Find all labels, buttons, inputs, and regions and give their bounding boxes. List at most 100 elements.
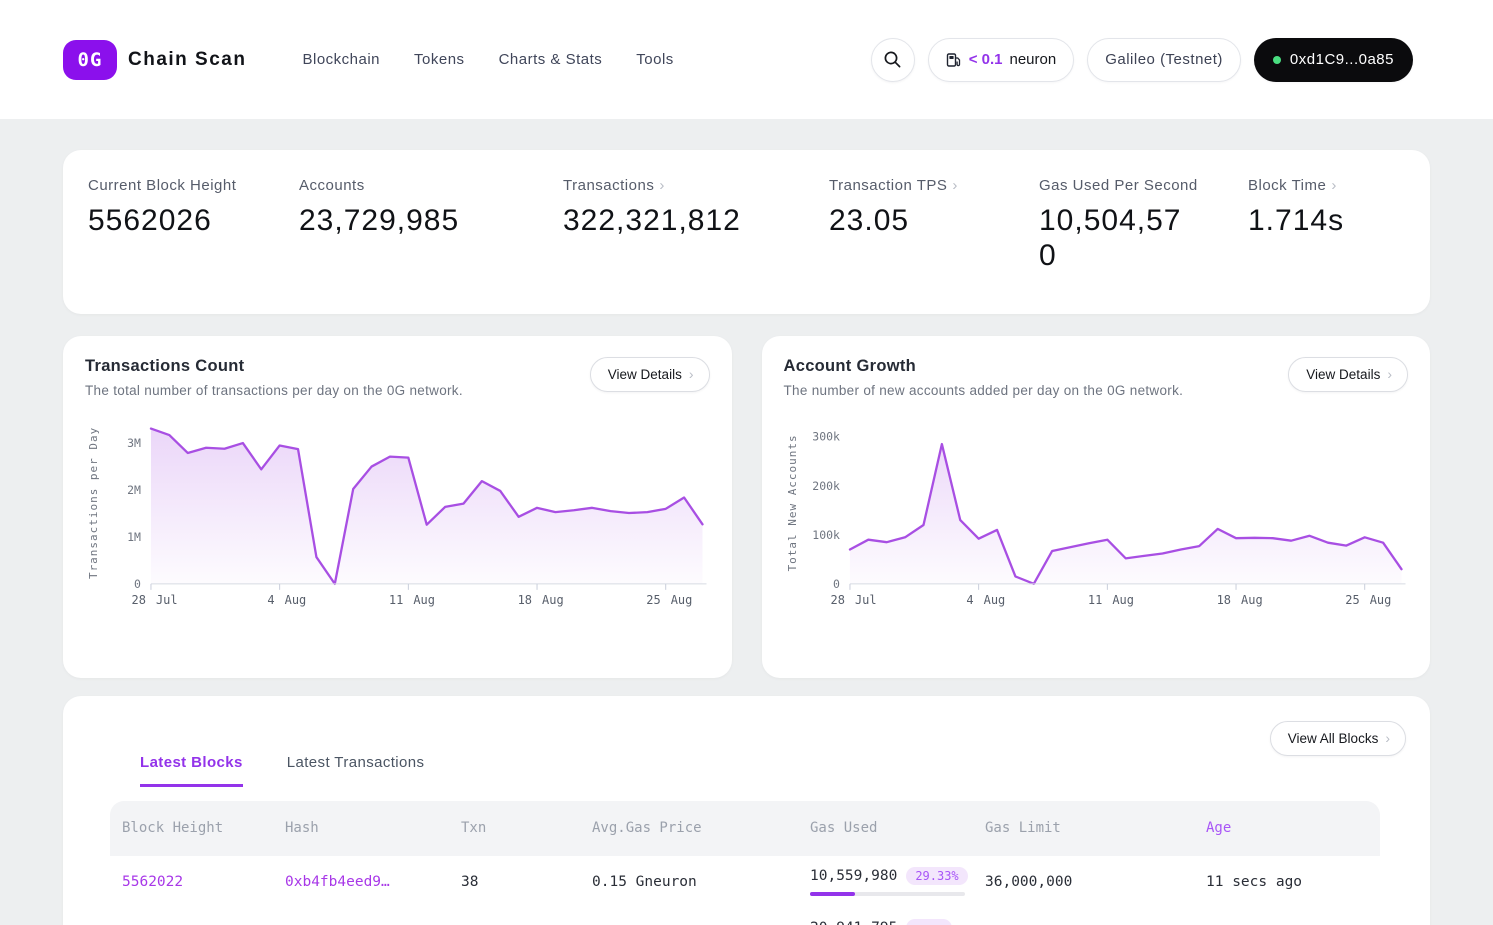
- gas-used-cell: 10,559,980 29.33%: [810, 867, 985, 896]
- column-header: Txn: [461, 820, 592, 836]
- gas-price-pill[interactable]: < 0.1 neuron: [928, 38, 1075, 82]
- stat-value: 1.714s: [1248, 203, 1344, 238]
- chart-title: Transactions Count: [85, 357, 463, 376]
- latest-blocks-card: Latest Blocks Latest Transactions View A…: [63, 696, 1430, 925]
- svg-text:18: 18: [518, 593, 532, 607]
- wallet-address-button[interactable]: 0xd1C9...0a85: [1254, 38, 1413, 82]
- chevron-right-icon: ›: [1385, 731, 1390, 745]
- gas-price-value: < 0.1: [969, 51, 1003, 68]
- view-all-blocks-button[interactable]: View All Blocks ›: [1270, 721, 1406, 756]
- brand[interactable]: 0G Chain Scan: [63, 40, 246, 80]
- chevron-right-icon: ›: [1331, 178, 1337, 193]
- wallet-address: 0xd1C9...0a85: [1290, 51, 1394, 68]
- stat-value: 23.05: [829, 203, 1039, 238]
- stat-label: Block Time: [1248, 177, 1326, 194]
- column-header-age[interactable]: Age: [1206, 820, 1380, 836]
- chart-title: Account Growth: [784, 357, 1184, 376]
- table-row: 20,941,795: [110, 908, 1380, 925]
- avg-gas-price: 0.15 Gneuron: [592, 874, 810, 890]
- svg-text:11: 11: [1087, 593, 1101, 607]
- block-height-link[interactable]: 5562022: [110, 874, 285, 890]
- chevron-right-icon: ›: [689, 367, 694, 381]
- svg-text:3M: 3M: [127, 436, 141, 450]
- gas-used-percent-badge: [906, 919, 952, 925]
- account-growth-chart: Total New Accounts0100k200k300k28Jul4Aug…: [784, 414, 1409, 619]
- blocks-table: Block Height Hash Txn Avg.Gas Price Gas …: [110, 801, 1380, 925]
- svg-text:Jul: Jul: [854, 593, 876, 607]
- network-stats-card: Current Block Height 5562026 Accounts 23…: [63, 150, 1430, 314]
- stat-current-block-height: Current Block Height 5562026: [88, 177, 299, 274]
- txn-count: 38: [461, 874, 592, 890]
- svg-text:11: 11: [389, 593, 403, 607]
- gas-price-unit: neuron: [1009, 51, 1056, 68]
- tab-latest-blocks[interactable]: Latest Blocks: [140, 754, 243, 787]
- network-selector[interactable]: Galileo (Testnet): [1087, 38, 1241, 82]
- svg-text:2M: 2M: [127, 483, 141, 497]
- chevron-right-icon: ›: [659, 178, 665, 193]
- svg-text:Aug: Aug: [983, 593, 1005, 607]
- nav-blockchain[interactable]: Blockchain: [302, 51, 380, 68]
- svg-text:Aug: Aug: [413, 593, 435, 607]
- svg-text:28: 28: [830, 593, 844, 607]
- svg-text:Transactions per Day: Transactions per Day: [87, 427, 100, 579]
- stat-transactions[interactable]: Transactions › 322,321,812: [563, 177, 829, 274]
- stat-accounts: Accounts 23,729,985: [299, 177, 563, 274]
- search-button[interactable]: [871, 38, 915, 82]
- view-details-label: View Details: [608, 367, 682, 382]
- view-details-button[interactable]: View Details ›: [590, 357, 710, 392]
- svg-text:0: 0: [134, 577, 141, 591]
- account-growth-card: Account Growth The number of new account…: [762, 336, 1431, 678]
- column-header: Block Height: [110, 820, 285, 836]
- gas-limit: 36,000,000: [985, 874, 1206, 890]
- stat-value: 5562026: [88, 203, 299, 238]
- svg-text:0: 0: [833, 577, 840, 591]
- svg-text:28: 28: [132, 593, 146, 607]
- chevron-right-icon: ›: [1387, 367, 1392, 381]
- block-hash-link[interactable]: 0xb4fb4eed9…: [285, 874, 461, 890]
- stat-transaction-tps[interactable]: Transaction TPS › 23.05: [829, 177, 1039, 274]
- stat-value: 322,321,812: [563, 203, 829, 238]
- svg-text:4: 4: [267, 593, 274, 607]
- stat-block-time[interactable]: Block Time › 1.714s: [1248, 177, 1344, 274]
- stat-value: 10,504,570: [1039, 203, 1199, 274]
- nav-charts-stats[interactable]: Charts & Stats: [499, 51, 603, 68]
- stat-gas-used-per-second: Gas Used Per Second 10,504,570: [1039, 177, 1248, 274]
- header: 0G Chain Scan Blockchain Tokens Charts &…: [0, 0, 1493, 119]
- svg-text:300k: 300k: [812, 429, 840, 443]
- nav-tokens[interactable]: Tokens: [414, 51, 465, 68]
- stat-value: 23,729,985: [299, 203, 563, 238]
- svg-text:Total New Accounts: Total New Accounts: [786, 434, 799, 571]
- nav-tools[interactable]: Tools: [636, 51, 674, 68]
- gas-used-value: 10,559,980: [810, 868, 897, 884]
- main-nav: Blockchain Tokens Charts & Stats Tools: [302, 51, 673, 68]
- table-header-row: Block Height Hash Txn Avg.Gas Price Gas …: [110, 801, 1380, 856]
- svg-text:Aug: Aug: [1112, 593, 1134, 607]
- chart-subtitle: The number of new accounts added per day…: [784, 383, 1184, 398]
- gas-used-progress-track: [810, 892, 965, 896]
- view-details-button[interactable]: View Details ›: [1288, 357, 1408, 392]
- view-all-blocks-label: View All Blocks: [1288, 731, 1379, 746]
- block-age: 11 secs ago: [1206, 874, 1380, 890]
- svg-text:1M: 1M: [127, 530, 141, 544]
- stat-label: Transactions: [563, 177, 654, 194]
- gas-used-progress-fill: [810, 892, 855, 896]
- svg-text:Aug: Aug: [1241, 593, 1263, 607]
- gas-used-value: 20,941,795: [810, 920, 897, 925]
- stat-label: Gas Used Per Second: [1039, 177, 1198, 194]
- stat-label: Accounts: [299, 177, 365, 194]
- svg-text:25: 25: [646, 593, 660, 607]
- transactions-count-card: Transactions Count The total number of t…: [63, 336, 732, 678]
- 0g-logo-icon: 0G: [63, 40, 117, 80]
- brand-name: Chain Scan: [128, 49, 246, 71]
- svg-text:4: 4: [966, 593, 973, 607]
- column-header: Hash: [285, 820, 461, 836]
- gas-used-percent-badge: 29.33%: [906, 867, 967, 885]
- transactions-count-chart: Transactions per Day01M2M3M28Jul4Aug11Au…: [85, 414, 710, 619]
- tab-latest-transactions[interactable]: Latest Transactions: [287, 754, 425, 787]
- gas-used-cell: 20,941,795: [810, 919, 985, 925]
- column-header: Gas Limit: [985, 820, 1206, 836]
- chevron-right-icon: ›: [952, 178, 958, 193]
- svg-text:25: 25: [1345, 593, 1359, 607]
- svg-text:Aug: Aug: [542, 593, 564, 607]
- column-header: Gas Used: [810, 820, 985, 836]
